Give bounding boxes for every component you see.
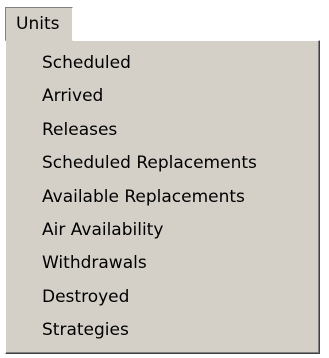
menu-item-available-replacements[interactable]: Available Replacements <box>6 181 319 214</box>
menu-item-list: Scheduled Arrived Releases Scheduled Rep… <box>6 41 319 348</box>
menu-item-arrived[interactable]: Arrived <box>6 80 319 113</box>
menu-item-scheduled-replacements[interactable]: Scheduled Replacements <box>6 147 319 180</box>
menu-item-strategies[interactable]: Strategies <box>6 314 319 347</box>
menu-item-scheduled[interactable]: Scheduled <box>6 47 319 80</box>
units-menu-title[interactable]: Units <box>5 7 73 41</box>
menu-item-air-availability[interactable]: Air Availability <box>6 214 319 247</box>
menu-item-destroyed[interactable]: Destroyed <box>6 281 319 314</box>
menu-item-releases[interactable]: Releases <box>6 114 319 147</box>
units-dropdown-menu: Scheduled Arrived Releases Scheduled Rep… <box>5 40 320 354</box>
menu-item-withdrawals[interactable]: Withdrawals <box>6 247 319 280</box>
